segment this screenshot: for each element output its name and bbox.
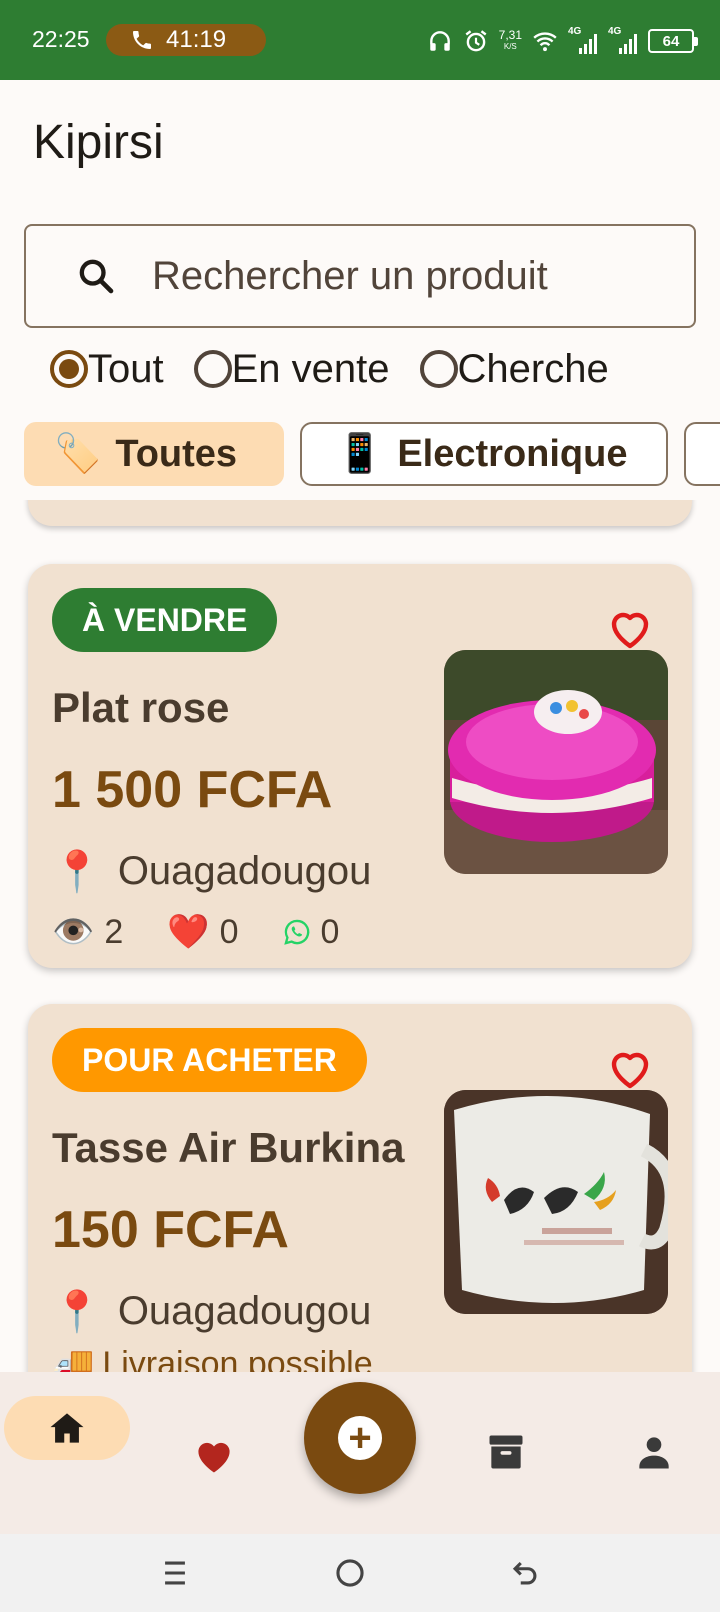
location-pin-icon: 📍 bbox=[52, 850, 102, 894]
tag-icon: 🏷️ bbox=[54, 433, 102, 475]
nav-favorites[interactable] bbox=[186, 1428, 242, 1484]
recent-apps-icon[interactable] bbox=[158, 1556, 192, 1590]
status-time: 22:25 bbox=[32, 26, 90, 52]
whatsapp-count: 0 bbox=[320, 912, 340, 951]
views-count: 2 bbox=[104, 912, 124, 951]
chip-more[interactable] bbox=[684, 422, 720, 486]
system-navigation-bar bbox=[0, 1534, 720, 1612]
search-box[interactable] bbox=[24, 224, 696, 328]
wifi-icon bbox=[533, 32, 557, 52]
product-location: 📍 Ouagadougou bbox=[52, 1288, 371, 1335]
product-title: Plat rose bbox=[52, 684, 230, 731]
product-price: 1 500 FCFA bbox=[52, 761, 333, 819]
ongoing-call-pill[interactable]: 41:19 bbox=[106, 24, 266, 56]
product-stats: 👁️ 2 ❤️ 0 0 bbox=[52, 910, 383, 954]
whatsapp-icon bbox=[283, 919, 309, 945]
back-icon[interactable] bbox=[508, 1556, 542, 1590]
product-photo[interactable] bbox=[444, 650, 668, 874]
search-input[interactable] bbox=[152, 253, 652, 299]
whatsapp-stat: 0 bbox=[283, 912, 340, 952]
chip-label: Electronique bbox=[397, 432, 628, 475]
person-icon bbox=[639, 1437, 669, 1469]
chip-electronique[interactable]: 📱 Electronique bbox=[300, 422, 668, 486]
location-text: Ouagadougou bbox=[117, 1289, 372, 1333]
radio-en-vente[interactable]: En vente bbox=[193, 346, 390, 392]
listing-card[interactable]: POUR ACHETER Tasse Air Burkina 150 FCFA … bbox=[28, 1004, 692, 1372]
views-stat: 👁️ 2 bbox=[52, 912, 123, 952]
phone-icon bbox=[133, 31, 151, 49]
white-mug-image bbox=[444, 1090, 668, 1314]
nav-profile[interactable] bbox=[626, 1424, 682, 1480]
radio-unchecked-icon bbox=[419, 350, 458, 388]
status-badge: À VENDRE bbox=[52, 588, 278, 652]
likes-stat: ❤️ 0 bbox=[167, 912, 238, 952]
radio-checked-icon bbox=[50, 350, 88, 388]
heart-icon bbox=[198, 1442, 230, 1473]
radio-cherche[interactable]: Cherche bbox=[419, 346, 609, 392]
likes-count: 0 bbox=[219, 912, 239, 951]
location-text: Ouagadougou bbox=[117, 849, 372, 893]
eye-icon: 👁️ bbox=[52, 913, 95, 951]
truck-icon: 🚚 bbox=[52, 1345, 95, 1372]
delivery-info: 🚚 Livraison possible bbox=[52, 1344, 373, 1373]
type-filter: Tout En vente Cherche bbox=[50, 344, 609, 394]
radio-label: Tout bbox=[88, 346, 164, 391]
phone-device-icon: 📱 bbox=[336, 433, 384, 475]
favorite-heart-icon[interactable] bbox=[606, 1044, 654, 1092]
category-chips: 🏷️ Toutes 📱 Electronique bbox=[24, 422, 720, 486]
listing-feed[interactable]: À VENDRE Plat rose 1 500 FCFA 📍 Ouagadou… bbox=[0, 500, 720, 1372]
archive-icon bbox=[489, 1435, 523, 1469]
product-location: 📍 Ouagadougou bbox=[52, 848, 371, 895]
nav-archive[interactable] bbox=[478, 1424, 534, 1480]
signal-icon bbox=[619, 34, 637, 54]
location-pin-icon: 📍 bbox=[52, 1290, 102, 1334]
product-photo[interactable] bbox=[444, 1090, 668, 1314]
radio-label: En vente bbox=[231, 346, 390, 391]
listing-card-partial[interactable] bbox=[28, 500, 692, 526]
battery-level: 64 bbox=[662, 32, 680, 50]
heart-icon: ❤️ bbox=[167, 913, 210, 951]
signal-1: 4G bbox=[568, 26, 598, 54]
battery-icon: 64 bbox=[648, 29, 698, 53]
home-icon bbox=[50, 1413, 84, 1443]
add-listing-button[interactable]: + bbox=[304, 1382, 416, 1494]
app-title: Kipirsi bbox=[33, 116, 164, 169]
listing-card[interactable]: À VENDRE Plat rose 1 500 FCFA 📍 Ouagadou… bbox=[28, 564, 692, 968]
status-icons: 7,31 K/S 4G 4G 64 bbox=[427, 24, 698, 58]
network-speed-value: 7,31 bbox=[498, 28, 522, 42]
status-bar: 22:25 41:19 7,31 K/S 4G 4G 64 bbox=[0, 0, 720, 80]
product-price: 150 FCFA bbox=[52, 1201, 289, 1259]
network-speed-unit: K/S bbox=[503, 42, 517, 51]
signal-2: 4G bbox=[608, 26, 638, 54]
radio-tout[interactable]: Tout bbox=[50, 347, 164, 392]
home-circle-icon[interactable] bbox=[333, 1556, 367, 1590]
radio-unchecked-icon bbox=[193, 350, 232, 388]
delivery-text: Livraison possible bbox=[102, 1344, 373, 1373]
nav-home[interactable] bbox=[4, 1396, 130, 1460]
favorite-heart-icon[interactable] bbox=[606, 604, 654, 652]
chip-label: Toutes bbox=[115, 432, 238, 475]
alarm-icon bbox=[465, 30, 487, 52]
plus-icon: + bbox=[338, 1416, 382, 1460]
signal-icon bbox=[579, 34, 597, 54]
product-title: Tasse Air Burkina bbox=[52, 1124, 405, 1171]
search-icon bbox=[79, 259, 114, 294]
headset-icon bbox=[429, 31, 450, 51]
pink-container-image bbox=[444, 650, 668, 874]
radio-label: Cherche bbox=[457, 346, 609, 391]
network-speed: 7,31 K/S bbox=[499, 29, 522, 53]
status-badge: POUR ACHETER bbox=[52, 1028, 367, 1092]
call-duration: 41:19 bbox=[166, 26, 227, 53]
chip-toutes[interactable]: 🏷️ Toutes bbox=[24, 422, 284, 486]
